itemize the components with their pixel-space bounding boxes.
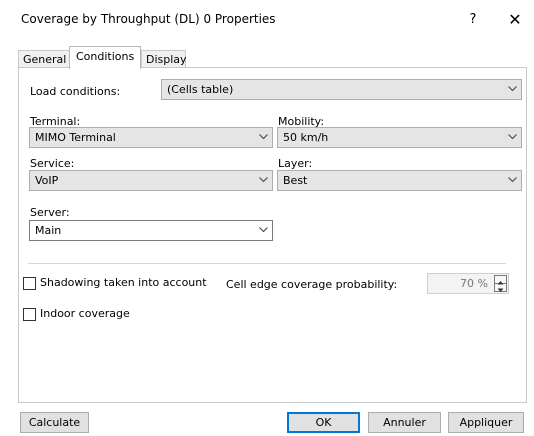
chevron-down-icon xyxy=(505,128,519,147)
cell-edge-value: 70 % xyxy=(460,277,488,290)
chevron-down-icon xyxy=(505,171,519,190)
tab-conditions[interactable]: Conditions xyxy=(69,46,141,69)
close-button[interactable]: ✕ xyxy=(504,9,526,31)
chevron-down-icon xyxy=(256,171,270,190)
cell-edge-spinner[interactable]: 70 % xyxy=(427,273,509,294)
separator xyxy=(28,263,506,264)
apply-button[interactable]: Appliquer xyxy=(448,412,524,433)
help-button[interactable]: ? xyxy=(462,9,484,31)
load-conditions-value: (Cells table) xyxy=(167,83,234,96)
window-title: Coverage by Throughput (DL) 0 Properties xyxy=(21,12,276,26)
layer-dropdown[interactable]: Best xyxy=(277,170,522,191)
service-label: Service: xyxy=(30,157,75,170)
server-dropdown[interactable]: Main xyxy=(29,220,273,241)
shadowing-checkbox[interactable] xyxy=(23,277,36,290)
service-dropdown[interactable]: VoIP xyxy=(29,170,273,191)
load-conditions-dropdown[interactable]: (Cells table) xyxy=(161,79,522,100)
chevron-down-icon xyxy=(505,80,519,99)
terminal-value: MIMO Terminal xyxy=(35,131,116,144)
spin-up-icon[interactable] xyxy=(495,276,506,285)
server-label: Server: xyxy=(30,206,70,219)
mobility-dropdown[interactable]: 50 km/h xyxy=(277,127,522,148)
load-conditions-label: Load conditions: xyxy=(30,85,121,98)
cell-edge-label: Cell edge coverage probability: xyxy=(226,278,398,291)
indoor-label: Indoor coverage xyxy=(40,307,130,320)
layer-label: Layer: xyxy=(278,157,313,170)
layer-value: Best xyxy=(283,174,308,187)
calculate-button[interactable]: Calculate xyxy=(20,412,89,433)
chevron-down-icon xyxy=(256,221,270,240)
indoor-checkbox[interactable] xyxy=(23,308,36,321)
shadowing-label: Shadowing taken into account xyxy=(40,276,207,289)
ok-button[interactable]: OK xyxy=(287,412,360,433)
spin-buttons xyxy=(494,275,507,292)
title-bar: Coverage by Throughput (DL) 0 Properties… xyxy=(0,0,534,38)
service-value: VoIP xyxy=(35,174,59,187)
spin-down-icon[interactable] xyxy=(495,284,506,292)
server-value: Main xyxy=(35,224,62,237)
terminal-dropdown[interactable]: MIMO Terminal xyxy=(29,127,273,148)
cancel-button[interactable]: Annuler xyxy=(368,412,441,433)
mobility-value: 50 km/h xyxy=(283,131,329,144)
chevron-down-icon xyxy=(256,128,270,147)
